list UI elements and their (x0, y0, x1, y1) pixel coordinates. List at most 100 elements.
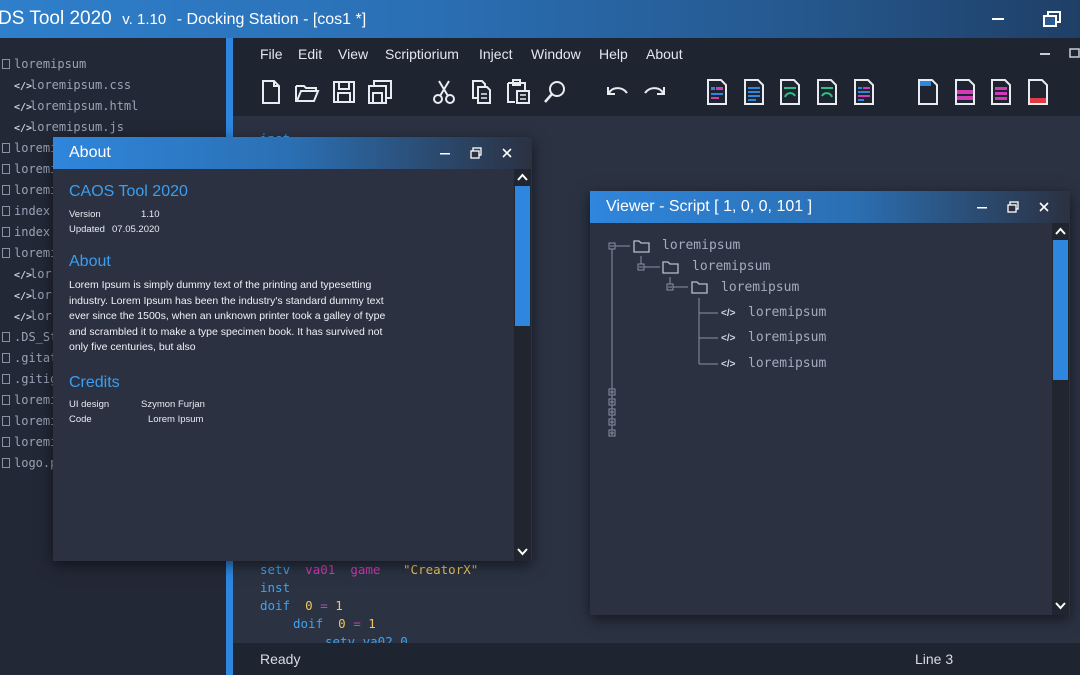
file-icon (2, 395, 10, 405)
menu-edit[interactable]: Edit (298, 46, 322, 62)
script-list-icon[interactable] (740, 78, 768, 106)
doc-pink-lines-icon[interactable] (987, 78, 1015, 106)
minimize-icon[interactable] (437, 145, 453, 161)
close-icon[interactable] (499, 145, 515, 161)
scroll-down-icon[interactable] (516, 545, 529, 558)
search-icon[interactable] (541, 78, 569, 106)
restore-icon[interactable] (1039, 6, 1065, 32)
save-icon[interactable] (330, 78, 358, 106)
script-green-back-icon[interactable] (813, 78, 841, 106)
file-tree-label: logo.p (14, 456, 58, 470)
scrollbar-thumb[interactable] (1053, 240, 1068, 380)
code-file-icon: </> (721, 308, 736, 319)
menu-inject[interactable]: Inject (479, 46, 512, 62)
file-tree-label: .gitig (14, 372, 58, 386)
panel-minimize-icon[interactable] (1039, 50, 1051, 58)
file-icon (2, 227, 10, 237)
menu-view[interactable]: View (338, 46, 368, 62)
code-line-doif: doif 0 = 1 (260, 598, 343, 613)
tree-item-label[interactable]: loremipsum (692, 259, 770, 274)
file-tree-item[interactable]: </>loremipsum.css (14, 75, 131, 96)
file-tree-item[interactable]: </>lor (14, 264, 52, 285)
restore-icon[interactable] (468, 145, 484, 161)
cut-icon[interactable] (430, 78, 458, 106)
file-tree-item[interactable]: </>lor (14, 306, 52, 327)
paste-icon[interactable] (504, 78, 532, 106)
file-tree-label: lor (30, 267, 52, 281)
redo-icon[interactable] (640, 78, 668, 106)
panel-restore-icon[interactable] (1067, 48, 1080, 60)
file-tree-item[interactable]: loremi (2, 411, 57, 432)
code-line-cut: setv va02 0 (325, 634, 408, 643)
code-file-icon: </> (721, 359, 736, 370)
doc-red-icon[interactable] (1024, 78, 1052, 106)
file-tree-label: loremi (14, 414, 58, 428)
file-icon (2, 437, 10, 447)
tree-item-label[interactable]: loremipsum (721, 280, 799, 295)
scroll-up-icon[interactable] (516, 171, 529, 184)
menu-help[interactable]: Help (599, 46, 628, 62)
file-tree-item[interactable]: </>loremipsum.html (14, 96, 138, 117)
file-tree-label: .DS_St (14, 330, 58, 344)
menu-file[interactable]: File (260, 46, 283, 62)
file-tree-item[interactable]: </>lor (14, 285, 52, 306)
menu-scriptiorium[interactable]: Scriptiorium (385, 46, 459, 62)
code-variable: game (350, 562, 381, 577)
code-keyword: doif (293, 616, 324, 631)
file-icon (2, 59, 10, 69)
file-tree-item[interactable]: </>loremipsum.js (14, 117, 124, 138)
file-icon (2, 416, 10, 426)
menu-window[interactable]: Window (531, 46, 581, 62)
code-number: 1 (335, 598, 343, 613)
tree-item-label[interactable]: loremipsum (748, 305, 826, 320)
file-tree-item[interactable]: .DS_St (2, 327, 57, 348)
tree-item-label[interactable]: loremipsum (748, 356, 826, 371)
minimize-icon[interactable] (985, 6, 1011, 32)
toolbar (233, 70, 1080, 116)
file-tree-item[interactable]: .gitat (2, 348, 57, 369)
scroll-down-icon[interactable] (1054, 599, 1067, 612)
file-tree-item[interactable]: loremi (2, 243, 57, 264)
code-variable: va01 (305, 562, 336, 577)
file-tree-label: loremi (14, 183, 58, 197)
doc-blue-icon[interactable] (914, 78, 942, 106)
about-scrollbar[interactable] (514, 169, 531, 561)
undo-icon[interactable] (604, 78, 632, 106)
about-window-title: About (69, 144, 111, 161)
file-tree-item[interactable]: loremi (2, 432, 57, 453)
code-string: "CreatorX" (403, 562, 479, 577)
file-tree-item[interactable]: loremi (2, 159, 57, 180)
script-purple-icon[interactable] (850, 78, 878, 106)
file-tree-item[interactable]: loremipsum (2, 54, 86, 75)
open-folder-icon[interactable] (293, 78, 321, 106)
viewer-scrollbar[interactable] (1052, 223, 1069, 615)
code-operator: = (320, 598, 328, 613)
file-tree-item[interactable]: loremi (2, 390, 57, 411)
tree-item-label[interactable]: loremipsum (662, 238, 740, 253)
save-all-icon[interactable] (366, 78, 394, 106)
file-tree-label: loremi (14, 435, 58, 449)
tree-item-label[interactable]: loremipsum (748, 330, 826, 345)
file-tree-item[interactable]: loremi (2, 180, 57, 201)
copy-icon[interactable] (467, 78, 495, 106)
about-titlebar[interactable]: About (53, 137, 532, 169)
file-tree-item[interactable]: loremi (2, 138, 57, 159)
app-name: DS Tool 2020 (0, 8, 112, 29)
file-tree-item[interactable]: index. (2, 201, 57, 222)
script-green-icon[interactable] (776, 78, 804, 106)
file-tree-item[interactable]: logo.p (2, 453, 57, 474)
file-icon (2, 374, 10, 384)
file-tree-item[interactable]: .gitig (2, 369, 57, 390)
doc-pink-icon[interactable] (951, 78, 979, 106)
file-icon (2, 458, 10, 468)
new-file-icon[interactable] (257, 78, 285, 106)
code-line-doif-nested: doif 0 = 1 (293, 616, 376, 631)
code-file-icon: </> (14, 270, 33, 281)
script-blue-icon[interactable] (703, 78, 731, 106)
scrollbar-thumb[interactable] (515, 186, 530, 326)
code-line-setv: setv va01 game "CreatorX" (260, 562, 478, 577)
file-tree-item[interactable]: index. (2, 222, 57, 243)
code-file-icon: </> (14, 123, 33, 134)
scroll-up-icon[interactable] (1054, 225, 1067, 238)
menu-about[interactable]: About (646, 46, 683, 62)
